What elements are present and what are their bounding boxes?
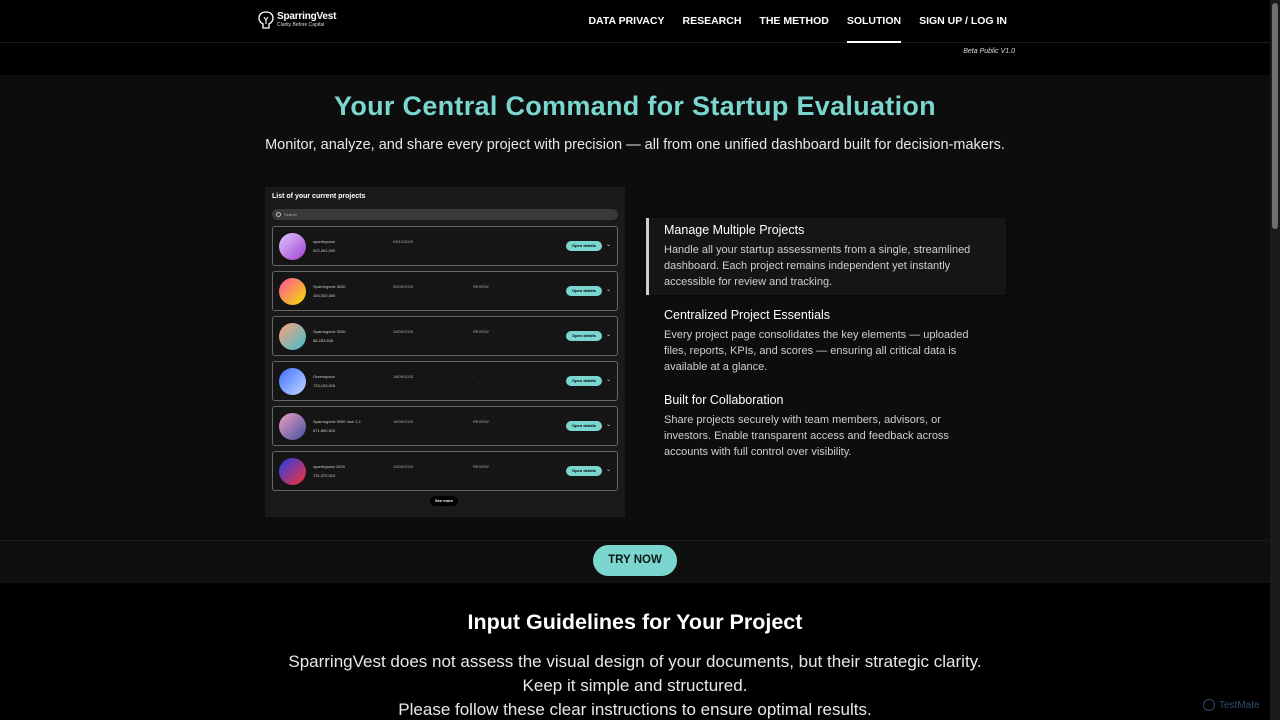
project-name: Sparringvest 3030 bbox=[313, 329, 346, 334]
site-header: SparringVest Clarity Before Capital DATA… bbox=[0, 0, 1270, 43]
logo-name: SparringVest bbox=[277, 11, 337, 22]
project-amount: 922,401,000 bbox=[313, 248, 336, 253]
project-status: REVIEW bbox=[473, 419, 489, 424]
dashboard-preview: List of your current projects Search spa… bbox=[265, 187, 625, 517]
chevron-down-icon: ⌄ bbox=[606, 377, 612, 383]
logo[interactable]: SparringVest Clarity Before Capital bbox=[258, 11, 336, 29]
nav-the-method[interactable]: THE METHOD bbox=[759, 0, 828, 43]
guidelines-line: Please follow these clear instructions t… bbox=[398, 700, 872, 719]
feature-title: Manage Multiple Projects bbox=[664, 223, 805, 237]
project-amount: 731,370,010 bbox=[313, 473, 336, 478]
watermark-text: TestMate bbox=[1219, 699, 1260, 711]
project-amount: 164,020,550 bbox=[313, 293, 336, 298]
feature-text: Handle all your startup assessments from… bbox=[664, 244, 971, 288]
page-scrollbar[interactable] bbox=[1270, 0, 1280, 720]
beta-label: Beta Public V1.0 bbox=[963, 48, 1015, 55]
try-now-button[interactable]: TRY NOW bbox=[593, 545, 677, 576]
project-avatar bbox=[279, 278, 306, 305]
feature-manage-projects[interactable]: Manage Multiple Projects Handle all your… bbox=[646, 218, 1006, 295]
nav-data-privacy[interactable]: DATA PRIVACY bbox=[588, 0, 664, 43]
chevron-down-icon: ⌄ bbox=[606, 332, 612, 338]
project-card: Sparringvest 3030 164,020,550 30/09/2025 RE… bbox=[272, 271, 618, 311]
project-card: sparringvest 922,401,000 03/10/2025 - Open d… bbox=[272, 226, 618, 266]
feature-collaboration[interactable]: Built for Collaboration Share projects s… bbox=[646, 388, 1006, 465]
project-card: Sparringvest 3030 88,283,828 28/09/2025 REV… bbox=[272, 316, 618, 356]
open-details-button: Open details bbox=[566, 331, 602, 341]
feature-title: Centralized Project Essentials bbox=[664, 308, 831, 322]
feature-text: Share projects securely with team member… bbox=[664, 414, 949, 458]
open-details-button: Open details bbox=[566, 376, 602, 386]
open-details-button: Open details bbox=[566, 421, 602, 431]
search-input: Search bbox=[272, 209, 618, 220]
dashboard-title: List of your current projects bbox=[272, 193, 366, 200]
nav-solution[interactable]: SOLUTION bbox=[846, 0, 902, 43]
feature-title: Built for Collaboration bbox=[664, 393, 784, 407]
project-card: sparringvest 1009 731,370,010 13/09/2025 RE… bbox=[272, 451, 618, 491]
chevron-down-icon: ⌄ bbox=[606, 287, 612, 293]
feature-project-essentials[interactable]: Centralized Project Essentials Every pro… bbox=[646, 303, 1006, 380]
logo-tagline: Clarity Before Capital bbox=[277, 22, 325, 28]
project-date: 30/09/2025 bbox=[393, 284, 414, 289]
project-avatar bbox=[279, 323, 306, 350]
project-date: 03/10/2025 bbox=[393, 239, 414, 244]
feature-text: Every project page consolidates the key … bbox=[664, 329, 969, 373]
project-card: Sparringvest 9000 new 1.2 671,890,815 15/0… bbox=[272, 406, 618, 446]
project-name: Sparringvest 9000 new 1.2 bbox=[313, 419, 361, 424]
search-placeholder: Search bbox=[284, 212, 297, 217]
nav-research[interactable]: RESEARCH bbox=[682, 0, 741, 43]
project-name: sparringvest bbox=[313, 239, 335, 244]
chevron-down-icon: ⌄ bbox=[606, 422, 612, 428]
main-nav: DATA PRIVACY RESEARCH THE METHOD SOLUTIO… bbox=[588, 0, 1007, 43]
open-details-button: Open details bbox=[566, 286, 602, 296]
guidelines-line: Keep it simple and structured. bbox=[522, 676, 748, 695]
feature-list: Manage Multiple Projects Handle all your… bbox=[646, 218, 1006, 473]
search-icon bbox=[276, 212, 281, 217]
hero-title: Your Central Command for Startup Evaluat… bbox=[334, 91, 936, 121]
project-date: 13/09/2025 bbox=[393, 464, 414, 469]
project-list: sparringvest 922,401,000 03/10/2025 - Open d… bbox=[272, 226, 618, 496]
nav-sign-up-log-in[interactable]: SIGN UP / LOG IN bbox=[919, 0, 1007, 43]
project-status: - bbox=[473, 374, 475, 379]
project-status: REVIEW bbox=[473, 329, 489, 334]
logo-icon bbox=[258, 11, 274, 29]
project-status: REVIEW bbox=[473, 284, 489, 289]
project-avatar bbox=[279, 413, 306, 440]
project-status: - bbox=[473, 239, 475, 244]
project-amount: 671,890,815 bbox=[313, 428, 336, 433]
chevron-down-icon: ⌄ bbox=[606, 467, 612, 473]
open-details-button: Open details bbox=[566, 241, 602, 251]
project-date: 15/09/2025 bbox=[393, 419, 414, 424]
project-date: 28/09/2025 bbox=[393, 329, 414, 334]
guidelines-text: SparringVest does not assess the visual … bbox=[0, 650, 1270, 720]
chevron-down-icon: ⌄ bbox=[606, 242, 612, 248]
project-amount: 733,100,016 bbox=[313, 383, 336, 388]
hero-subtitle: Monitor, analyze, and share every projec… bbox=[265, 137, 1005, 153]
see-more-button: See more bbox=[430, 496, 458, 506]
project-card: Greenspace 733,100,016 18/09/2025 - Open det… bbox=[272, 361, 618, 401]
project-name: Sparringvest 3030 bbox=[313, 284, 346, 289]
project-name: sparringvest 1009 bbox=[313, 464, 345, 469]
guidelines-title: Input Guidelines for Your Project bbox=[467, 610, 803, 634]
watermark: TestMate bbox=[1203, 699, 1260, 711]
project-avatar bbox=[279, 233, 306, 260]
project-avatar bbox=[279, 368, 306, 395]
guidelines-line: SparringVest does not assess the visual … bbox=[288, 652, 982, 671]
project-avatar bbox=[279, 458, 306, 485]
watermark-icon bbox=[1203, 699, 1215, 711]
scrollbar-thumb[interactable] bbox=[1272, 3, 1278, 229]
project-amount: 88,283,828 bbox=[313, 338, 334, 343]
project-status: REVIEW bbox=[473, 464, 489, 469]
project-date: 18/09/2025 bbox=[393, 374, 414, 379]
open-details-button: Open details bbox=[566, 466, 602, 476]
dashboard-section: Your Central Command for Startup Evaluat… bbox=[0, 75, 1270, 583]
project-name: Greenspace bbox=[313, 374, 335, 379]
